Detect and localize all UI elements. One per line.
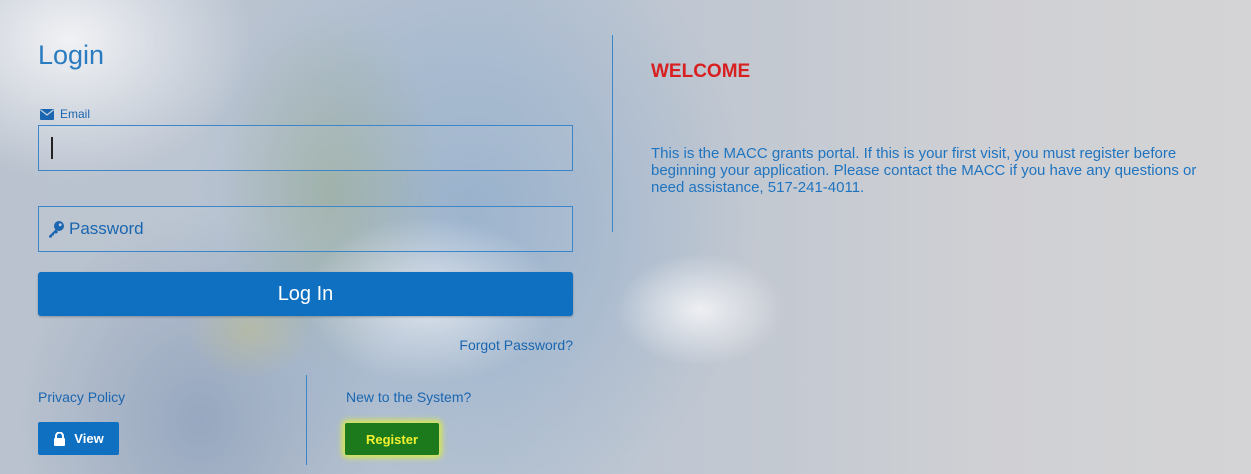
view-button-label: View [74, 431, 104, 446]
view-privacy-button[interactable]: View [38, 422, 119, 455]
footer-divider [306, 375, 307, 465]
welcome-message: This is the MACC grants portal. If this … [651, 145, 1197, 196]
password-placeholder: Password [69, 219, 144, 238]
email-label: Email [40, 107, 90, 121]
email-label-text: Email [60, 107, 91, 121]
login-page: Login Email Password Log In Forgot Passw… [0, 0, 1251, 474]
login-button[interactable]: Log In [38, 272, 573, 316]
envelope-icon [40, 108, 54, 120]
text-cursor [51, 137, 53, 159]
new-to-system-label: New to the System? [346, 389, 472, 405]
privacy-policy-label: Privacy Policy [38, 389, 126, 405]
welcome-title: WELCOME [651, 61, 751, 82]
section-divider [612, 35, 613, 232]
forgot-password-link[interactable]: Forgot Password? [459, 337, 573, 353]
register-button[interactable]: Register [345, 423, 439, 455]
key-icon [49, 221, 64, 238]
password-field[interactable]: Password [38, 206, 573, 252]
email-input[interactable] [38, 125, 573, 171]
lock-icon [54, 431, 66, 446]
login-title: Login [38, 40, 105, 70]
